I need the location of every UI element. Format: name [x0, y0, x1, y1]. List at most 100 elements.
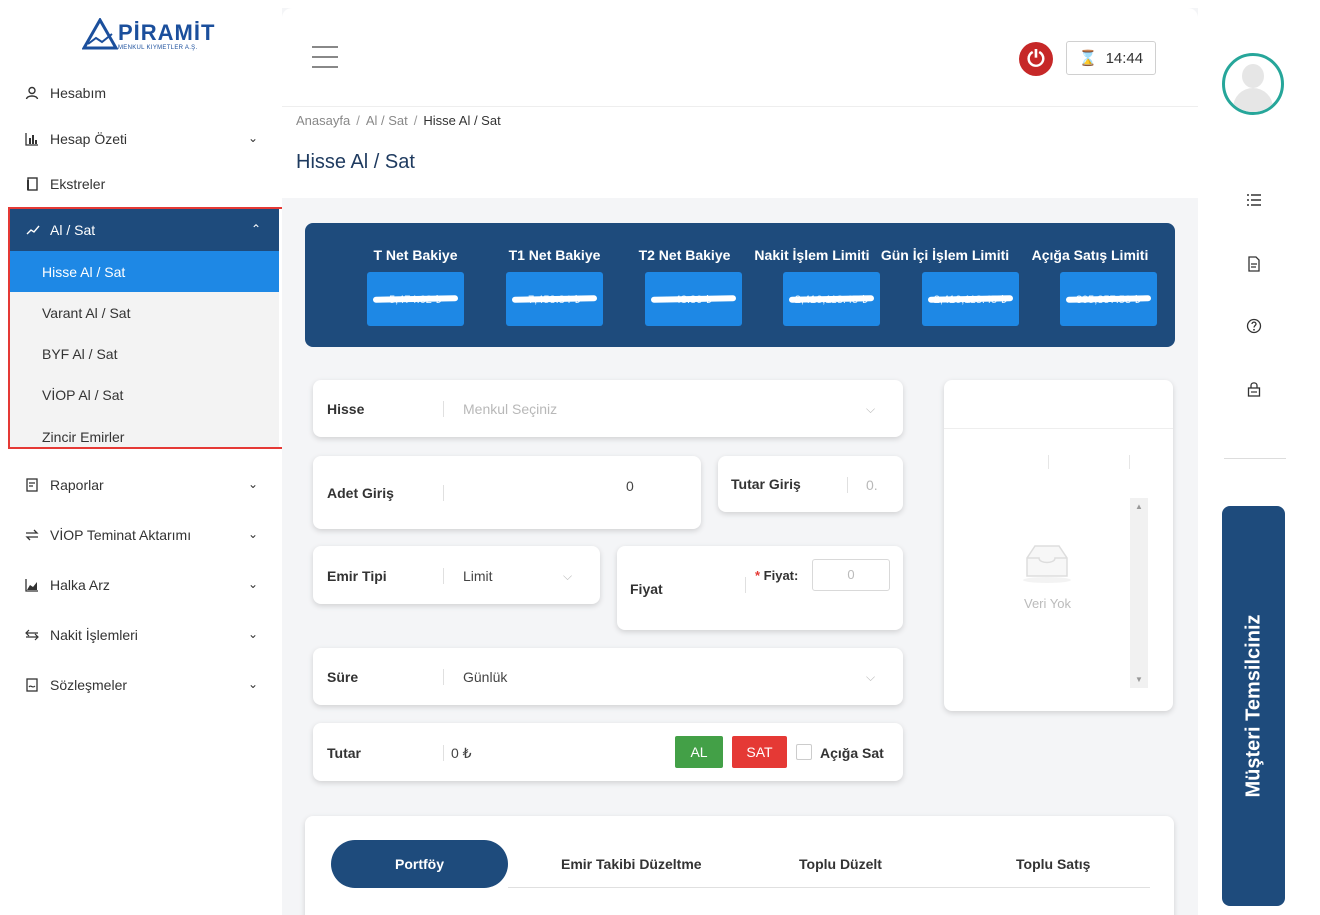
fiyat-input[interactable]: 0	[812, 559, 890, 591]
hisse-placeholder: Menkul Seçiniz	[463, 401, 558, 417]
sidebar-item-ekstreler[interactable]: Ekstreler	[8, 164, 276, 204]
avatar[interactable]	[1222, 53, 1284, 115]
sidebar-item-halka-arz[interactable]: Halka Arz ⌄	[8, 565, 276, 605]
tabs-underline	[508, 887, 1150, 888]
breadcrumb: Anasayfa / Al / Sat / Hisse Al / Sat	[296, 113, 501, 128]
page-title: Hisse Al / Sat	[296, 151, 415, 173]
rail-divider	[1224, 458, 1286, 459]
balance-label: T2 Net Bakiye	[638, 247, 731, 263]
report-icon	[24, 477, 40, 493]
balance-label: Nakit İşlem Limiti	[754, 247, 870, 263]
area-chart-icon	[24, 577, 40, 593]
tab-toplu-duzelt[interactable]: Toplu Düzelt	[799, 856, 882, 872]
help-icon[interactable]	[1244, 318, 1264, 338]
chevron-down-icon: ⌵	[866, 402, 876, 416]
tab-portfoy[interactable]: Portföy	[331, 840, 508, 888]
balance-value-box: 2,416,113.45 ₺	[783, 272, 880, 326]
file-icon[interactable]	[1244, 256, 1264, 276]
divider	[443, 568, 444, 584]
sidebar-item-label: Hesap Özeti	[50, 131, 128, 147]
balance-value-box: 805,357.53 ₺	[1060, 272, 1157, 326]
sidebar-item-hesabim[interactable]: Hesabım	[8, 73, 276, 113]
sidebar-item-sozlesmeler[interactable]: Sözleşmeler ⌄	[8, 665, 276, 705]
sidebar-item-label: Raporlar	[50, 477, 104, 493]
divider	[847, 477, 848, 493]
session-timer: ⌛ 14:44	[1066, 41, 1156, 75]
divider	[443, 485, 444, 501]
fiyat-field-label: * Fiyat:	[755, 568, 799, 583]
balance-label: T1 Net Bakiye	[508, 247, 601, 263]
fiyat-label: Fiyat	[630, 581, 663, 597]
scroll-up-icon[interactable]: ▲	[1135, 502, 1143, 511]
sure-label: Süre	[327, 669, 359, 685]
chevron-down-icon: ⌄	[247, 131, 258, 145]
tab-emir-takibi[interactable]: Emir Takibi Düzeltme	[561, 856, 702, 872]
divider	[745, 577, 746, 593]
sure-select[interactable]	[313, 648, 903, 705]
tab-toplu-satis[interactable]: Toplu Satış	[1016, 856, 1090, 872]
tutar-label: Tutar	[327, 745, 361, 761]
tutar-row	[313, 723, 903, 781]
document-icon	[24, 176, 40, 192]
chevron-down-icon: ⌄	[247, 527, 258, 541]
column-divider	[1048, 455, 1049, 469]
balance-value-box: 5,474.62 ₺	[367, 272, 464, 326]
lock-icon[interactable]	[1244, 381, 1264, 401]
column-divider	[1129, 455, 1130, 469]
sidebar-item-label: VİOP Teminat Aktarımı	[50, 527, 192, 543]
sidebar-subitem-varant[interactable]: Varant Al / Sat	[10, 292, 279, 333]
list-icon[interactable]	[1244, 193, 1264, 213]
sidebar-item-label: Hesabım	[50, 85, 107, 101]
representative-label: Müşteri Temsilciniz	[1242, 614, 1264, 798]
logo[interactable]: PİRAMİT MENKUL KIYMETLER A.Ş.	[80, 14, 214, 54]
sidebar-subitem-zincir[interactable]: Zincir Emirler	[10, 415, 279, 447]
logout-icon[interactable]: ⏻	[1019, 42, 1053, 76]
sidebar-item-label: Nakit İşlemleri	[50, 627, 138, 643]
aciga-sat-checkbox[interactable]	[796, 744, 812, 760]
sidebar-item-viop-teminat[interactable]: VİOP Teminat Aktarımı ⌄	[8, 515, 276, 555]
al-button[interactable]: AL	[675, 736, 723, 768]
sat-button[interactable]: SAT	[732, 736, 787, 768]
pyramid-logo-icon	[82, 18, 118, 50]
adet-label: Adet Giriş	[327, 485, 394, 501]
breadcrumb-mid[interactable]: Al / Sat	[366, 113, 408, 128]
brand-name: PİRAMİT	[118, 20, 216, 45]
sidebar-item-label: Sözleşmeler	[50, 677, 128, 693]
chevron-down-icon: ⌄	[247, 677, 258, 691]
brand-tagline: MENKUL KIYMETLER A.Ş.	[118, 45, 198, 51]
session-time: 14:44	[1105, 49, 1144, 67]
exchange-icon	[24, 627, 40, 643]
adet-value[interactable]: 0	[626, 478, 634, 494]
chevron-down-icon: ⌄	[247, 627, 258, 641]
aciga-sat-label: Açığa Sat	[820, 745, 884, 761]
chevron-down-icon: ⌄	[247, 477, 258, 491]
tutar-giris-value[interactable]: 0.	[866, 477, 878, 493]
contract-icon	[24, 677, 40, 693]
hisse-select[interactable]	[313, 380, 903, 437]
emir-tipi-label: Emir Tipi	[327, 568, 387, 584]
chevron-down-icon: ⌵	[563, 569, 573, 583]
sidebar-subitem-byf[interactable]: BYF Al / Sat	[10, 333, 279, 374]
chevron-up-icon: ⌃	[250, 222, 261, 236]
sidebar-item-label: Ekstreler	[50, 176, 106, 192]
menu-toggle-icon[interactable]	[312, 46, 338, 68]
sidebar-item-hesap-ozeti[interactable]: Hesap Özeti ⌄	[8, 119, 276, 159]
sidebar-group-al-sat[interactable]: Al / Sat ⌃	[10, 209, 279, 251]
empty-state-text: Veri Yok	[1024, 596, 1071, 611]
hisse-label: Hisse	[327, 401, 365, 417]
chevron-down-icon: ⌄	[247, 577, 258, 591]
divider	[443, 745, 444, 761]
sidebar-subitem-viop[interactable]: VİOP Al / Sat	[10, 374, 279, 415]
sure-value: Günlük	[463, 669, 508, 685]
sidebar-item-nakit[interactable]: Nakit İşlemleri ⌄	[8, 615, 276, 655]
hourglass-icon: ⌛	[1078, 50, 1098, 67]
scroll-down-icon[interactable]: ▼	[1135, 675, 1143, 684]
scrollbar[interactable]: ▲ ▼	[1130, 498, 1148, 688]
sidebar-subitem-hisse[interactable]: Hisse Al / Sat	[10, 251, 279, 292]
balance-label: Gün İçi İşlem Limiti	[880, 247, 1010, 263]
tutar-value: 0 ₺	[451, 745, 472, 761]
representative-button[interactable]: Müşteri Temsilciniz	[1222, 506, 1285, 906]
breadcrumb-home[interactable]: Anasayfa	[296, 113, 350, 128]
sidebar-item-raporlar[interactable]: Raporlar ⌄	[8, 465, 276, 505]
sidebar-item-label: Halka Arz	[50, 577, 110, 593]
